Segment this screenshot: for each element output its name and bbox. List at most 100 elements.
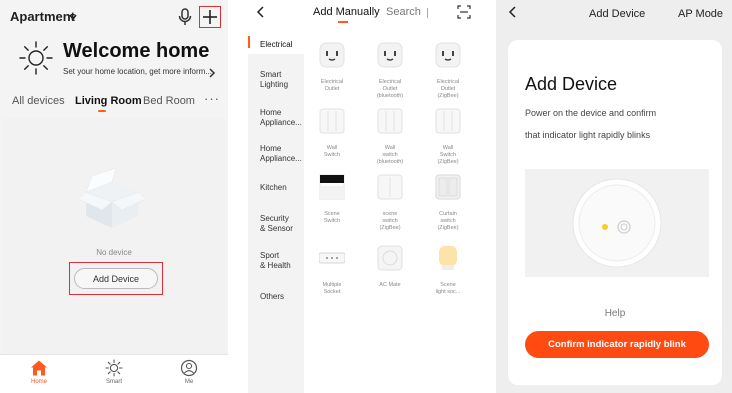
device-label-line: Wall — [442, 145, 454, 151]
device-label-line: (ZigBee) — [437, 93, 459, 99]
device-tile[interactable]: AC Mate — [362, 245, 418, 289]
chevron-down-icon[interactable] — [68, 12, 78, 22]
nav-me[interactable]: Me — [164, 359, 214, 385]
category-label: Security — [260, 214, 289, 223]
category-label: Others — [260, 292, 285, 301]
tab-add-manually[interactable]: Add Manually — [313, 6, 380, 18]
home-header: Apartment — [0, 0, 228, 34]
category-label: & Health — [260, 261, 291, 270]
device-label: AC Mate — [362, 282, 418, 289]
category-label: Electrical — [260, 40, 293, 49]
back-icon[interactable] — [256, 5, 266, 19]
device-tile[interactable]: Multiple Socket — [304, 245, 360, 296]
device-label-line: Scene — [324, 211, 340, 217]
outlet-icon — [319, 42, 345, 68]
add-device-plus-button[interactable] — [199, 6, 221, 28]
nav-smart[interactable]: Smart — [89, 359, 139, 385]
category-label: Home — [260, 144, 282, 153]
category-sidebar: Electrical Smart Lighting Home Appliance... H… — [248, 30, 304, 393]
category-label: Appliance... — [260, 154, 302, 163]
device-label-line: Electrical — [436, 79, 460, 85]
microphone-icon[interactable] — [177, 8, 193, 26]
category-item[interactable]: Smart Lighting — [260, 70, 304, 90]
device-label: scene switch (ZigBee) — [362, 211, 418, 232]
ap-mode-button[interactable]: AP Mode — [678, 8, 723, 20]
tab-living-room[interactable]: Living Room — [75, 95, 142, 107]
device-label-line: (ZigBee) — [379, 225, 401, 231]
device-tile[interactable]: Curtain switch (ZigBee) — [420, 174, 476, 232]
home-selector[interactable]: Apartment — [10, 9, 75, 24]
device-tile[interactable]: Wall switch (bluetooth) — [362, 108, 418, 166]
outlet-icon — [435, 42, 461, 68]
sun-icon — [105, 359, 123, 377]
category-item[interactable]: Electrical — [260, 40, 304, 50]
scene-switch-icon — [377, 174, 403, 200]
plus-icon — [203, 10, 217, 24]
device-label-line: Electrical — [378, 79, 402, 85]
device-label-line: light soc... — [435, 289, 461, 295]
category-item[interactable]: Security & Sensor — [260, 214, 304, 234]
back-icon[interactable] — [508, 5, 518, 19]
device-label-line: (bluetooth) — [376, 159, 404, 165]
device-tile[interactable]: Scene light soc... — [420, 245, 476, 296]
category-label: & Sensor — [260, 224, 293, 233]
device-tile[interactable]: Scene Switch — [304, 174, 360, 225]
tab-all-devices[interactable]: All devices — [12, 95, 65, 107]
device-label-line: Socket — [323, 289, 341, 295]
device-label-line: Outlet — [324, 86, 340, 92]
category-item[interactable]: Sport & Health — [260, 251, 304, 271]
device-label-line: Wall — [326, 145, 338, 151]
device-label: Wall switch (bluetooth) — [362, 145, 418, 166]
device-label-line: scene — [382, 211, 398, 217]
smiley-icon — [180, 359, 198, 377]
welcome-title: Welcome home — [63, 40, 210, 62]
screenshot-stage: Apartment Welcome home Set your home loc… — [0, 0, 732, 393]
device-label: Wall Switch — [304, 145, 360, 159]
device-tile[interactable]: Electrical Outlet (ZigBee) — [420, 42, 476, 100]
tab-divider — [427, 8, 428, 18]
device-label: Scene light soc... — [420, 282, 476, 296]
empty-device-area: No device Add Device — [2, 118, 226, 354]
tab-bed-room[interactable]: Bed Room — [143, 95, 195, 107]
nav-home[interactable]: Home — [14, 359, 64, 385]
confirm-indicator-button[interactable]: Confirm indicator rapidly blink — [525, 331, 709, 358]
category-item[interactable]: Home Appliance... — [260, 108, 304, 128]
device-label-line: switch — [382, 152, 398, 158]
device-label-line: Switch — [323, 152, 341, 158]
page-title: Add Device — [589, 8, 646, 20]
category-item[interactable]: Home Appliance... — [260, 144, 304, 164]
outlet-icon — [377, 42, 403, 68]
device-label: Multiple Socket — [304, 282, 360, 296]
category-item[interactable]: Kitchen — [260, 183, 304, 193]
device-label-line: (bluetooth) — [376, 93, 404, 99]
device-tile[interactable]: scene switch (ZigBee) — [362, 174, 418, 232]
add-device-screen: Add Device AP Mode Add Device Power on t… — [496, 0, 732, 393]
tab-search[interactable]: Search — [386, 6, 421, 18]
instruction-line-1: Power on the device and confirm — [525, 108, 657, 118]
add-device-button[interactable]: Add Device — [74, 268, 158, 289]
add-manually-screen: Add Manually Search Electrical Smart Light… — [248, 0, 480, 393]
device-tile[interactable]: Electrical Outlet (bluetooth) — [362, 42, 418, 100]
device-label: Scene Switch — [304, 211, 360, 225]
device-label-line: Switch — [439, 152, 457, 158]
device-tile[interactable]: Wall Switch — [304, 108, 360, 159]
scene-switch-icon — [319, 174, 345, 200]
home-location-hint[interactable]: Set your home location, get more inform.… — [63, 67, 212, 76]
device-label-line: Outlet — [382, 86, 398, 92]
device-label: Curtain switch (ZigBee) — [420, 211, 476, 232]
category-label: Appliance... — [260, 118, 302, 127]
device-label: Electrical Outlet (bluetooth) — [362, 79, 418, 100]
help-link[interactable]: Help — [508, 308, 722, 319]
device-tile[interactable]: Electrical Outlet — [304, 42, 360, 93]
empty-box-icon — [80, 168, 144, 228]
device-tile[interactable]: Wall Switch (ZigBee) — [420, 108, 476, 166]
active-category-indicator — [248, 36, 250, 48]
ac-mate-icon — [377, 245, 403, 271]
device-label: Wall Switch (ZigBee) — [420, 145, 476, 166]
chevron-right-icon[interactable] — [208, 68, 216, 78]
scan-icon[interactable] — [457, 5, 471, 19]
home-icon — [31, 360, 47, 376]
category-item[interactable]: Others — [260, 292, 304, 302]
more-rooms-button[interactable]: ··· — [204, 91, 220, 106]
room-tabs: All devices Living Room Bed Room ··· — [0, 91, 228, 118]
